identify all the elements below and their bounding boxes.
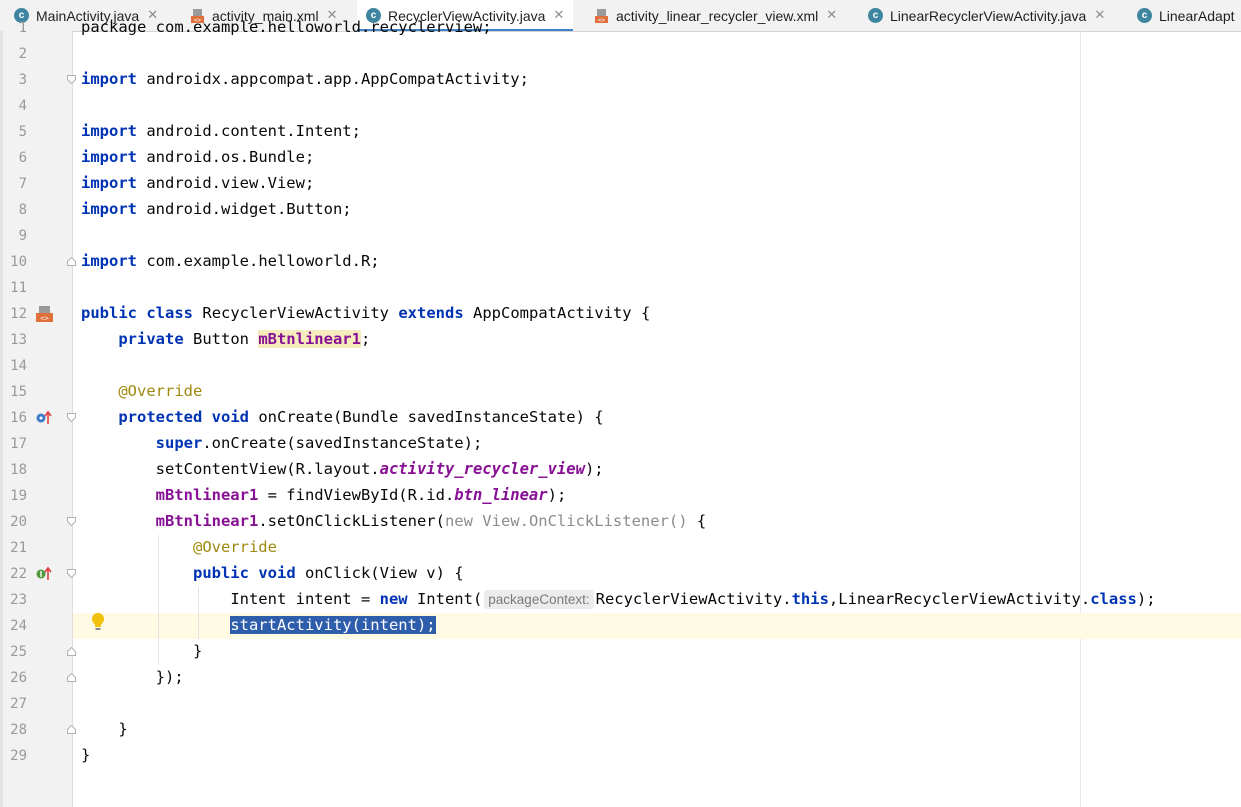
line-number: 25 xyxy=(10,644,27,660)
line-number: 2 xyxy=(18,46,27,62)
line-number: 4 xyxy=(18,98,27,114)
java-class-icon: c xyxy=(868,8,883,23)
line-number: 29 xyxy=(10,748,27,764)
close-icon[interactable]: ✕ xyxy=(553,8,564,23)
line-number: 11 xyxy=(10,280,27,296)
code-line-17: super.onCreate(savedInstanceState); xyxy=(155,434,483,452)
fold-close-icon[interactable] xyxy=(67,725,76,734)
fold-close-icon[interactable] xyxy=(67,257,76,266)
line-number: 10 xyxy=(10,254,27,270)
fold-close-icon[interactable] xyxy=(67,647,76,656)
code-line-13: private Button mBtnlinear1; xyxy=(118,330,371,348)
line-number: 27 xyxy=(10,696,27,712)
close-icon[interactable]: ✕ xyxy=(826,8,837,23)
code-line-20: mBtnlinear1.setOnClickListener(new View.… xyxy=(155,512,707,530)
line-number: 7 xyxy=(18,176,27,192)
svg-text:<>: <> xyxy=(40,315,48,323)
code-editor[interactable]: package com.example.helloworld.recyclerv… xyxy=(81,0,1156,764)
line-number: 21 xyxy=(10,540,27,556)
line-number: 5 xyxy=(18,124,27,140)
fold-open-icon[interactable] xyxy=(67,413,76,422)
line-number: 13 xyxy=(10,332,27,348)
line-number: 18 xyxy=(10,462,27,478)
line-number: 9 xyxy=(18,228,27,244)
line-number: 23 xyxy=(10,592,27,608)
selected-text[interactable]: startActivity(intent); xyxy=(230,616,436,634)
line-number: 6 xyxy=(18,150,27,166)
code-line-6: import android.os.Bundle; xyxy=(81,148,315,166)
code-line-12: public class RecyclerViewActivity extend… xyxy=(81,304,651,322)
line-number: 8 xyxy=(18,202,27,218)
code-line-1: package com.example.helloworld.recyclerv… xyxy=(81,18,492,36)
line-number: 14 xyxy=(10,358,27,374)
line-number: 28 xyxy=(10,722,27,738)
code-line-10: import com.example.helloworld.R; xyxy=(81,252,380,270)
java-class-icon: c xyxy=(1137,8,1152,23)
fold-open-icon[interactable] xyxy=(67,517,76,526)
code-line-25: } xyxy=(192,642,203,660)
fold-open-icon[interactable] xyxy=(67,569,76,578)
code-line-7: import android.view.View; xyxy=(81,174,315,192)
xml-layout-icon: <> xyxy=(595,8,608,24)
code-line-28: } xyxy=(118,720,128,738)
line-number: 3 xyxy=(18,72,27,88)
line-number: 24 xyxy=(10,618,27,634)
fold-close-icon[interactable] xyxy=(67,673,76,682)
tab-linear-recycler-view-activity[interactable]: c LinearRecyclerViewActivity.java ✕ xyxy=(868,0,1105,31)
override-method-icon[interactable] xyxy=(35,410,53,426)
code-line-22: public void onClick(View v) { xyxy=(192,564,464,582)
code-line-21: @Override xyxy=(192,538,277,556)
code-line-3: import androidx.appcompat.app.AppCompatA… xyxy=(81,70,529,88)
tab-label: LinearAdapt xyxy=(1159,7,1235,24)
parameter-hint: packageContext: xyxy=(484,590,594,609)
code-line-8: import android.widget.Button; xyxy=(81,200,352,218)
implement-method-icon[interactable] xyxy=(35,566,53,582)
code-line-24: startActivity(intent); xyxy=(81,612,436,638)
code-line-19: mBtnlinear1 = findViewById(R.id.btn_line… xyxy=(155,486,567,504)
line-number: 16 xyxy=(10,410,27,426)
tab-activity-linear-recycler-view-xml[interactable]: <> activity_linear_recycler_view.xml ✕ xyxy=(594,0,837,31)
layout-resource-icon[interactable]: <> xyxy=(35,305,55,323)
code-line-29: } xyxy=(81,746,91,764)
line-number: 22 xyxy=(10,566,27,582)
close-icon[interactable]: ✕ xyxy=(1094,8,1105,23)
tab-label: activity_linear_recycler_view.xml xyxy=(616,7,819,24)
line-number: 12 xyxy=(10,306,27,322)
fold-open-icon[interactable] xyxy=(67,75,76,84)
line-number: 26 xyxy=(10,670,27,686)
code-line-26: }); xyxy=(155,668,184,686)
tab-linear-adapter[interactable]: c LinearAdapt xyxy=(1137,0,1235,31)
right-margin-guide xyxy=(1080,31,1081,807)
code-line-18: setContentView(R.layout.activity_recycle… xyxy=(155,460,604,478)
svg-text:<>: <> xyxy=(598,17,606,24)
line-number: 1 xyxy=(18,20,27,36)
tab-label: LinearRecyclerViewActivity.java xyxy=(890,7,1087,24)
line-number: 19 xyxy=(10,488,27,504)
line-number: 15 xyxy=(10,384,27,400)
code-line-5: import android.content.Intent; xyxy=(81,122,361,140)
code-line-16: protected void onCreate(Bundle savedInst… xyxy=(118,408,604,426)
code-line-15: @Override xyxy=(118,382,203,400)
code-line-23: Intent intent = new Intent(packageContex… xyxy=(230,590,1156,609)
line-number: 17 xyxy=(10,436,27,452)
line-number: 20 xyxy=(10,514,27,530)
